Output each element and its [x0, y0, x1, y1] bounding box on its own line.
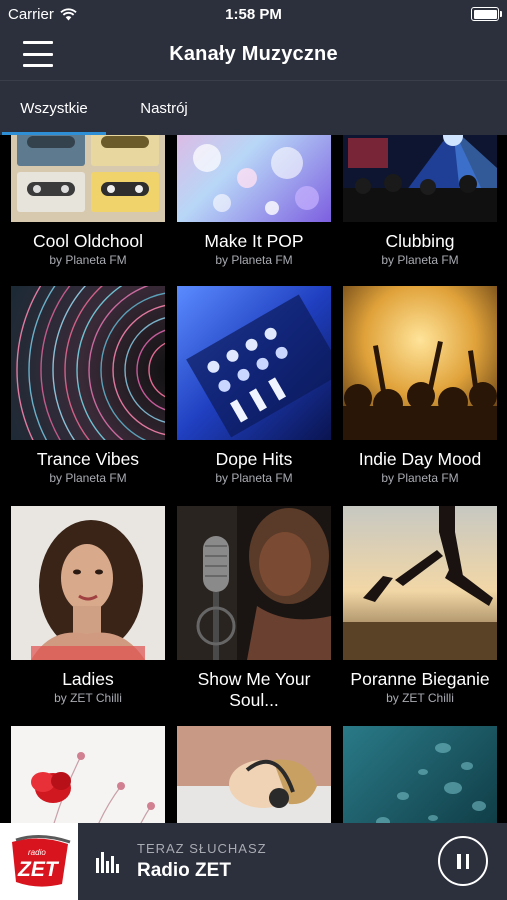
channel-card[interactable] [343, 726, 497, 823]
channel-card[interactable]: Trance Vibes by Planeta FM [11, 286, 165, 486]
channel-name: Ladies [62, 669, 114, 689]
channel-card[interactable]: Dope Hits by Planeta FM [177, 286, 331, 486]
page-title: Kanały Muzyczne [169, 42, 338, 65]
equalizer-icon [96, 852, 119, 873]
channel-card[interactable]: Make It POP by Planeta FM [177, 135, 331, 268]
battery-icon [471, 7, 502, 21]
logo-main-text: ZET [17, 858, 60, 881]
station-logo: radio ZET [0, 823, 78, 900]
wifi-icon [60, 7, 77, 20]
channel-provider: by Planeta FM [49, 253, 127, 267]
channel-name: Make It POP [204, 231, 304, 251]
channel-card[interactable]: Show Me Your Soul... [177, 506, 331, 711]
channel-provider: by Planeta FM [215, 253, 293, 267]
channel-name: Indie Day Mood [358, 449, 482, 469]
pause-icon-bar [465, 853, 469, 869]
status-bar: Carrier 1:58 PM [0, 0, 507, 28]
now-playing-label: TERAZ SŁUCHASZ [137, 841, 267, 856]
now-playing-bar[interactable]: radio ZET TERAZ SŁUCHASZ Radio ZET [0, 823, 507, 900]
channel-name: Dope Hits [215, 449, 293, 469]
channel-cover-headphones-woman [177, 726, 331, 823]
channel-name: Poranne Bieganie [350, 669, 490, 689]
now-playing-station: Radio ZET [137, 860, 231, 881]
channel-provider: by Planeta FM [381, 253, 459, 267]
channel-provider: by Planeta FM [381, 471, 459, 485]
channel-provider: by ZET Chilli [54, 691, 122, 705]
channel-cover-crowd [343, 286, 497, 440]
channel-cover-mixer [177, 286, 331, 440]
tab-label: Nastrój [140, 100, 188, 117]
channel-cover-runner [343, 506, 497, 660]
channel-card[interactable] [177, 726, 331, 823]
pause-icon [457, 853, 461, 869]
tab-wszystkie[interactable]: Wszystkie [0, 81, 108, 136]
channel-provider: by Planeta FM [49, 471, 127, 485]
channel-cover-singer-microphone [177, 506, 331, 660]
channel-name: Cool Oldchool [33, 231, 143, 251]
category-tabs: Wszystkie Nastrój [0, 80, 507, 135]
channel-card[interactable]: Cool Oldchool by Planeta FM [11, 135, 165, 268]
tab-nastroj[interactable]: Nastrój [108, 81, 220, 136]
nav-bar: Kanały Muzyczne [0, 28, 507, 80]
channel-cover-water-drops [343, 726, 497, 823]
channel-cover-cassettes [11, 135, 165, 222]
hamburger-menu-icon[interactable] [20, 40, 56, 68]
channel-cover-lights [177, 135, 331, 222]
channel-name: Clubbing [385, 231, 455, 251]
channel-provider: by Planeta FM [215, 471, 293, 485]
channel-card[interactable] [11, 726, 165, 823]
channel-name: Show Me Your Soul... [197, 669, 311, 710]
channel-cover-poppy-flower [11, 726, 165, 823]
channel-cover-woman-portrait [11, 506, 165, 660]
pause-button[interactable] [438, 836, 488, 886]
channel-card[interactable]: Poranne Bieganie by ZET Chilli [343, 506, 497, 706]
channel-card[interactable]: Ladies by ZET Chilli [11, 506, 165, 706]
channel-provider: by ZET Chilli [386, 691, 454, 705]
channel-cover-club [343, 135, 497, 222]
channel-card[interactable]: Indie Day Mood by Planeta FM [343, 286, 497, 486]
channel-grid[interactable]: Cool Oldchool by Planeta FM Make It POP … [0, 135, 507, 823]
tab-label: Wszystkie [20, 100, 88, 117]
carrier-info: Carrier [8, 6, 77, 23]
channel-name: Trance Vibes [36, 449, 140, 469]
logo-small-text: radio [28, 848, 46, 857]
carrier-name: Carrier [8, 5, 54, 23]
channel-cover-vinyl [11, 286, 165, 440]
channel-card[interactable]: Clubbing by Planeta FM [343, 135, 497, 268]
